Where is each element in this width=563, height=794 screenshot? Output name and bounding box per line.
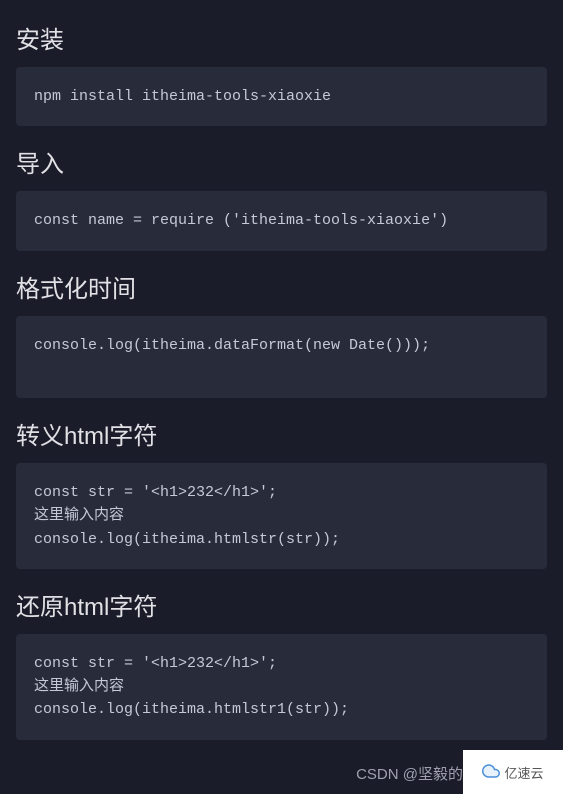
code-escape-html: const str = '<h1>232</h1>'; 这里输入内容 conso… <box>16 463 547 569</box>
watermark-text: CSDN @坚毅的 <box>356 763 463 784</box>
cloud-icon <box>482 762 500 783</box>
heading-format-time: 格式化时间 <box>16 269 547 304</box>
section-install: 安装 npm install itheima-tools-xiaoxie <box>16 20 547 126</box>
code-unescape-html: const str = '<h1>232</h1>'; 这里输入内容 conso… <box>16 634 547 740</box>
heading-escape-html: 转义html字符 <box>16 416 547 451</box>
heading-unescape-html: 还原html字符 <box>16 587 547 622</box>
section-escape-html: 转义html字符 const str = '<h1>232</h1>'; 这里输… <box>16 416 547 569</box>
heading-install: 安装 <box>16 20 547 55</box>
brand-label: 亿速云 <box>504 763 543 782</box>
section-format-time: 格式化时间 console.log(itheima.dataFormat(new… <box>16 269 547 399</box>
code-import: const name = require ('itheima-tools-xia… <box>16 191 547 250</box>
code-install: npm install itheima-tools-xiaoxie <box>16 67 547 126</box>
section-unescape-html: 还原html字符 const str = '<h1>232</h1>'; 这里输… <box>16 587 547 740</box>
section-import: 导入 const name = require ('itheima-tools-… <box>16 144 547 250</box>
heading-import: 导入 <box>16 144 547 179</box>
brand-badge: 亿速云 <box>463 750 563 794</box>
code-format-time: console.log(itheima.dataFormat(new Date(… <box>16 316 547 399</box>
